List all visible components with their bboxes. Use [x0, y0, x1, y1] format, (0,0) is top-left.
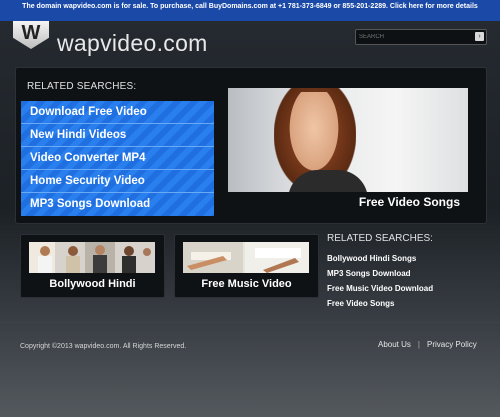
- hands-photo: [183, 242, 309, 273]
- header: W wapvideo.com ›: [0, 21, 500, 65]
- search-button[interactable]: ›: [475, 32, 484, 41]
- thumb-caption-music[interactable]: Free Music Video: [175, 278, 318, 290]
- search-box: ›: [355, 29, 487, 45]
- feature-caption[interactable]: Free Video Songs: [228, 192, 468, 212]
- feature-image[interactable]: [228, 88, 468, 192]
- side-related-link[interactable]: Bollywood Hindi Songs: [327, 251, 433, 266]
- related-searches-list: Download Free Video New Hindi Videos Vid…: [21, 101, 214, 216]
- site-name[interactable]: wapvideo.com: [57, 30, 208, 57]
- footer-separator: |: [417, 340, 420, 349]
- thumb-caption-bollywood[interactable]: Bollywood Hindi: [21, 278, 164, 290]
- side-related-link[interactable]: Free Video Songs: [327, 296, 433, 311]
- copyright-text: Copyright ©2013 wapvideo.com. All Rights…: [20, 343, 187, 350]
- domain-sale-banner[interactable]: The domain wapvideo.com is for sale. To …: [0, 0, 500, 21]
- side-related-searches-list: Bollywood Hindi Songs MP3 Songs Download…: [327, 251, 433, 311]
- footer-links: About Us | Privacy Policy: [378, 340, 477, 349]
- side-related-link[interactable]: Free Music Video Download: [327, 281, 433, 296]
- side-related-searches-title: RELATED SEARCHES:: [327, 233, 433, 244]
- related-search-link[interactable]: New Hindi Videos: [21, 124, 214, 147]
- woman-face-shape: [283, 92, 345, 182]
- about-us-link[interactable]: About Us: [378, 340, 411, 349]
- thumb-card-music[interactable]: Free Music Video: [174, 234, 319, 298]
- people-photo: [29, 242, 155, 273]
- footer-divider: [0, 322, 500, 323]
- related-search-link[interactable]: Download Free Video: [21, 101, 214, 124]
- logo-icon[interactable]: W: [13, 21, 49, 49]
- side-related-link[interactable]: MP3 Songs Download: [327, 266, 433, 281]
- related-searches-title: RELATED SEARCHES:: [27, 81, 137, 92]
- search-input[interactable]: [359, 30, 469, 44]
- related-search-link[interactable]: Home Security Video: [21, 170, 214, 193]
- related-search-link[interactable]: MP3 Songs Download: [21, 193, 214, 216]
- thumb-card-bollywood[interactable]: Bollywood Hindi: [20, 234, 165, 298]
- related-search-link[interactable]: Video Converter MP4: [21, 147, 214, 170]
- privacy-policy-link[interactable]: Privacy Policy: [427, 340, 477, 349]
